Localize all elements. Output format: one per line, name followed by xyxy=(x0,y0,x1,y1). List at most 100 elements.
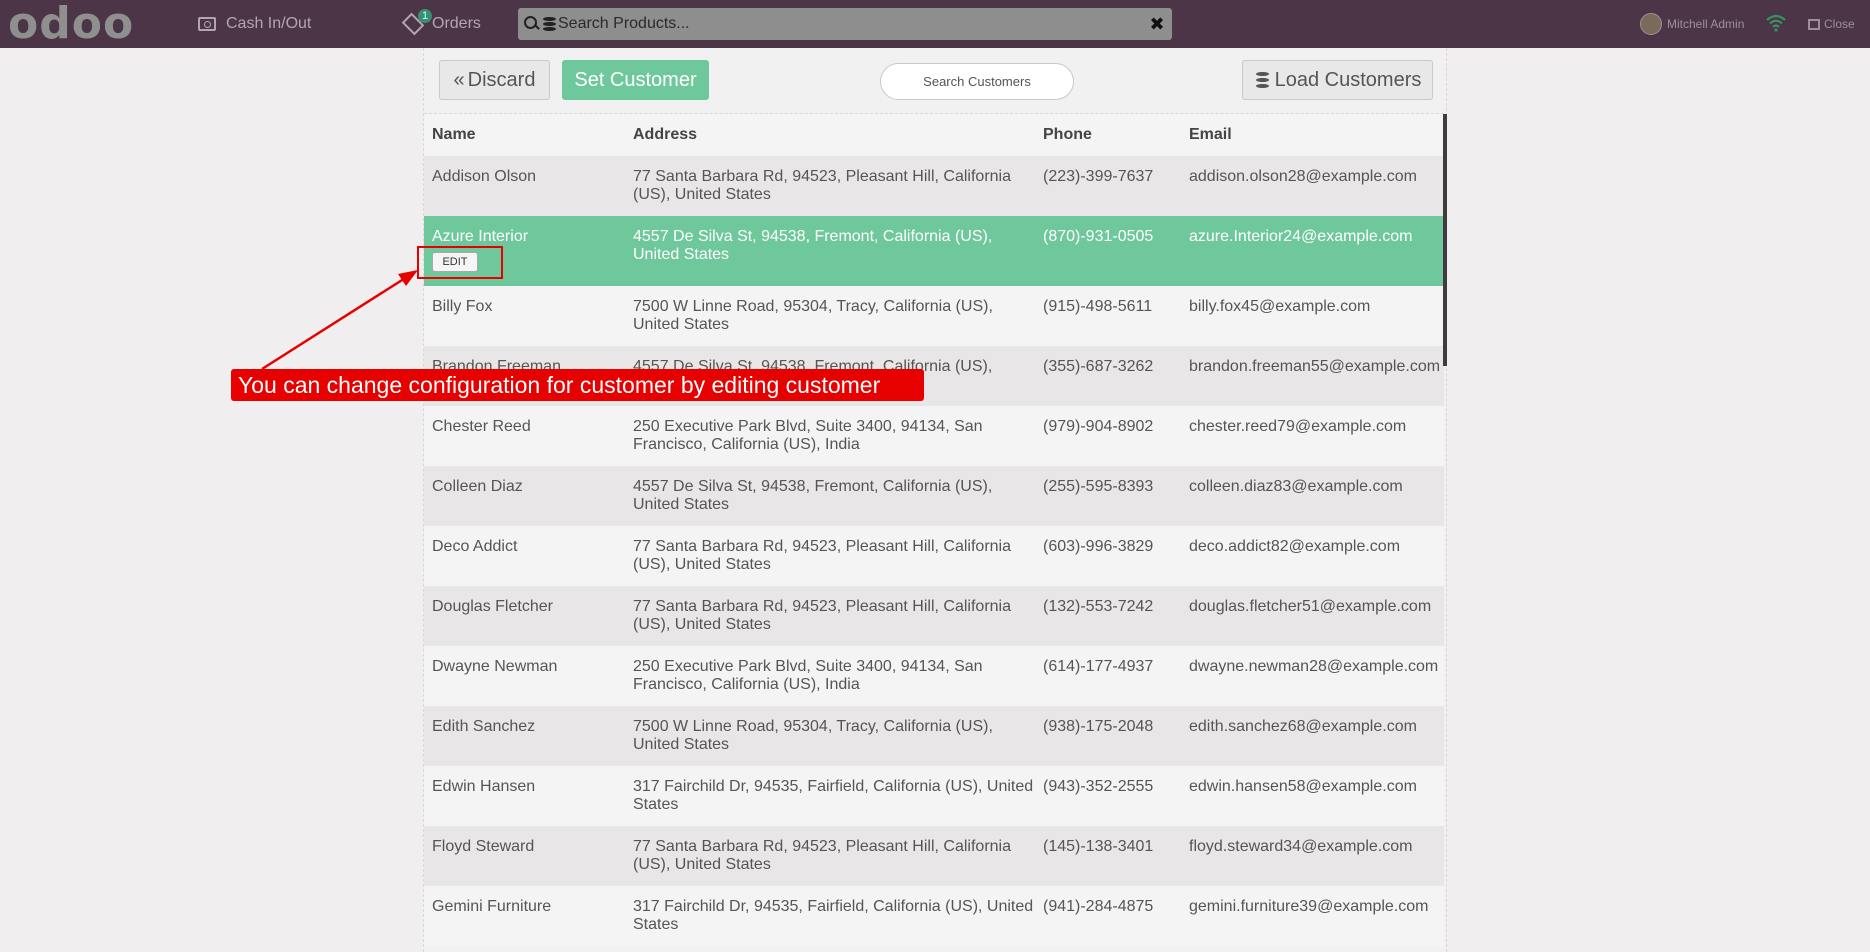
customer-table: Name Address Phone Email Addison Olson 7… xyxy=(424,113,1444,946)
customer-phone: (870)-931-0505 xyxy=(1043,228,1154,245)
customer-name: Colleen Diaz xyxy=(432,478,523,495)
database-icon xyxy=(543,16,556,32)
table-header: Name Address Phone Email xyxy=(424,114,1444,156)
user-menu[interactable]: Mitchell Admin xyxy=(1640,0,1744,48)
customer-address: 7500 W Linne Road, 95304, Tracy, Califor… xyxy=(633,718,993,753)
customer-email: colleen.diaz83@example.com xyxy=(1189,478,1403,495)
table-row[interactable]: Gemini Furniture 317 Fairchild Dr, 94535… xyxy=(424,886,1444,946)
table-scrollbar[interactable] xyxy=(1443,114,1447,366)
close-icon xyxy=(1808,18,1820,30)
customer-name: Azure Interior xyxy=(432,228,529,245)
customer-email: deco.addict82@example.com xyxy=(1189,538,1401,555)
table-row[interactable]: Douglas Fletcher 77 Santa Barbara Rd, 94… xyxy=(424,586,1444,646)
chevron-double-left-icon: « xyxy=(453,68,465,91)
header-phone: Phone xyxy=(1043,126,1092,143)
search-customers-input[interactable] xyxy=(880,63,1074,100)
table-row[interactable]: Edith Sanchez 7500 W Linne Road, 95304, … xyxy=(424,706,1444,766)
header-address: Address xyxy=(633,126,698,143)
table-row[interactable]: Colleen Diaz 4557 De Silva St, 94538, Fr… xyxy=(424,466,1444,526)
customer-email: floyd.steward34@example.com xyxy=(1189,838,1413,855)
customer-address: 250 Executive Park Blvd, Suite 3400, 941… xyxy=(633,418,983,453)
annotation-callout: You can change configuration for custome… xyxy=(231,369,924,401)
customer-name: Edith Sanchez xyxy=(432,718,536,735)
customer-email: gemini.furniture39@example.com xyxy=(1189,898,1429,915)
customer-name: Douglas Fletcher xyxy=(432,598,553,615)
customer-name: Deco Addict xyxy=(432,538,518,555)
customer-address: 7500 W Linne Road, 95304, Tracy, Califor… xyxy=(633,298,993,333)
customer-phone: (979)-904-8902 xyxy=(1043,418,1154,435)
customer-phone: (355)-687-3262 xyxy=(1043,358,1154,375)
table-row[interactable]: Floyd Steward 77 Santa Barbara Rd, 94523… xyxy=(424,826,1444,886)
header-email: Email xyxy=(1189,126,1232,143)
customer-phone: (132)-553-7242 xyxy=(1043,598,1154,615)
avatar xyxy=(1640,13,1662,35)
cash-in-out-button[interactable]: Cash In/Out xyxy=(198,0,311,48)
customer-address: 77 Santa Barbara Rd, 94523, Pleasant Hil… xyxy=(633,168,1011,203)
wifi-icon xyxy=(1766,14,1786,32)
load-customers-button[interactable]: Load Customers xyxy=(1242,60,1433,100)
set-customer-button[interactable]: Set Customer xyxy=(562,60,709,100)
customer-phone: (603)-996-3829 xyxy=(1043,538,1154,555)
customer-address: 77 Santa Barbara Rd, 94523, Pleasant Hil… xyxy=(633,598,1011,633)
customer-address: 317 Fairchild Dr, 94535, Fairfield, Cali… xyxy=(633,898,1034,933)
product-search-bar: ✖ xyxy=(518,8,1172,40)
customer-address: 77 Santa Barbara Rd, 94523, Pleasant Hil… xyxy=(633,538,1011,573)
table-row[interactable]: Deco Addict 77 Santa Barbara Rd, 94523, … xyxy=(424,526,1444,586)
customer-address: 4557 De Silva St, 94538, Fremont, Califo… xyxy=(633,228,993,263)
clear-search-icon[interactable]: ✖ xyxy=(1142,14,1172,35)
product-search-input[interactable] xyxy=(558,15,1142,33)
customer-email: douglas.fletcher51@example.com xyxy=(1189,598,1432,615)
customer-address: 317 Fairchild Dr, 94535, Fairfield, Cali… xyxy=(633,778,1034,813)
orders-button[interactable]: 1 Orders xyxy=(401,0,481,48)
header-name: Name xyxy=(432,126,476,143)
table-row[interactable]: Addison Olson 77 Santa Barbara Rd, 94523… xyxy=(424,156,1444,216)
customer-address: 250 Executive Park Blvd, Suite 3400, 941… xyxy=(633,658,983,693)
customer-address: 4557 De Silva St, 94538, Fremont, Califo… xyxy=(633,478,993,513)
table-row[interactable]: Edwin Hansen 317 Fairchild Dr, 94535, Fa… xyxy=(424,766,1444,826)
customer-phone: (943)-352-2555 xyxy=(1043,778,1154,795)
search-icon xyxy=(523,15,541,33)
discard-label: Discard xyxy=(467,68,536,91)
customer-email: addison.olson28@example.com xyxy=(1189,168,1417,185)
customer-phone: (614)-177-4937 xyxy=(1043,658,1154,675)
customer-name: Addison Olson xyxy=(432,168,537,185)
customer-address: 77 Santa Barbara Rd, 94523, Pleasant Hil… xyxy=(633,838,1011,873)
load-customers-label: Load Customers xyxy=(1274,68,1422,91)
customer-email: dwayne.newman28@example.com xyxy=(1189,658,1439,675)
odoo-logo: odoo xyxy=(8,0,135,49)
customer-phone: (915)-498-5611 xyxy=(1043,298,1153,315)
customer-email: billy.fox45@example.com xyxy=(1189,298,1371,315)
customer-name: Dwayne Newman xyxy=(432,658,558,675)
table-row-selected[interactable]: Azure Interior EDIT 4557 De Silva St, 94… xyxy=(424,216,1444,286)
customer-phone: (223)-399-7637 xyxy=(1043,168,1154,185)
user-name: Mitchell Admin xyxy=(1667,17,1745,31)
database-icon xyxy=(1255,71,1269,89)
money-icon xyxy=(198,17,216,31)
customer-phone: (941)-284-4875 xyxy=(1043,898,1154,915)
edit-highlight-box xyxy=(417,246,503,279)
customer-email: edwin.hansen58@example.com xyxy=(1189,778,1417,795)
customer-email: brandon.freeman55@example.com xyxy=(1189,358,1441,375)
customer-email: chester.reed79@example.com xyxy=(1189,418,1407,435)
orders-label: Orders xyxy=(432,15,481,32)
table-row[interactable]: Dwayne Newman 250 Executive Park Blvd, S… xyxy=(424,646,1444,706)
table-row[interactable]: Chester Reed 250 Executive Park Blvd, Su… xyxy=(424,406,1444,466)
cash-in-out-label: Cash In/Out xyxy=(226,15,312,32)
top-bar: odoo Cash In/Out 1 Orders ✖ Mitchell Adm… xyxy=(0,0,1870,48)
customer-phone: (145)-138-3401 xyxy=(1043,838,1154,855)
customer-name: Chester Reed xyxy=(432,418,531,435)
set-customer-label: Set Customer xyxy=(574,68,697,91)
discard-button[interactable]: « Discard xyxy=(439,60,550,100)
customer-phone: (938)-175-2048 xyxy=(1043,718,1154,735)
orders-count-badge: 1 xyxy=(418,9,433,23)
close-button[interactable]: Close xyxy=(1808,0,1855,48)
customer-list-panel: « Discard Set Customer Load Customers Na… xyxy=(423,48,1447,952)
customer-name: Billy Fox xyxy=(432,298,493,315)
customer-phone: (255)-595-8393 xyxy=(1043,478,1154,495)
customer-name: Gemini Furniture xyxy=(432,898,552,915)
customer-email: edith.sanchez68@example.com xyxy=(1189,718,1417,735)
customer-name: Edwin Hansen xyxy=(432,778,536,795)
table-row[interactable]: Billy Fox 7500 W Linne Road, 95304, Trac… xyxy=(424,286,1444,346)
close-label: Close xyxy=(1824,17,1855,31)
customer-email: azure.Interior24@example.com xyxy=(1189,228,1413,245)
